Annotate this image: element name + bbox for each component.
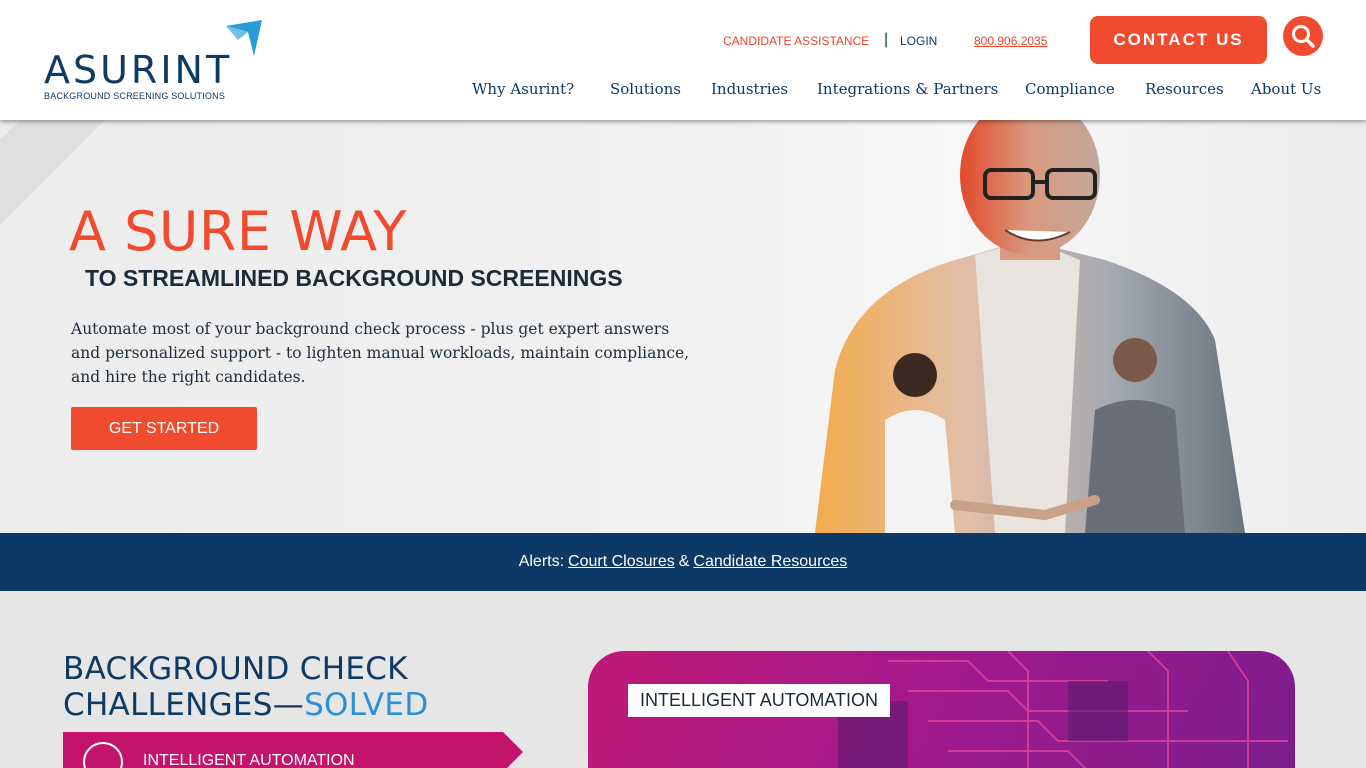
challenges-heading-prefix: CHALLENGES—	[63, 687, 305, 723]
solved-highlight: SOLVED	[304, 687, 429, 723]
phone-link[interactable]: 800.906.2035	[974, 34, 1047, 48]
nav-about-us[interactable]: About Us	[1251, 80, 1321, 98]
hero-title: A SURE WAY	[69, 200, 407, 263]
hero-subtitle: TO STREAMLINED BACKGROUND SCREENINGS	[85, 265, 623, 291]
utility-separator: |	[884, 31, 889, 48]
alerts-joiner: &	[678, 553, 690, 570]
challenges-heading-line1: BACKGROUND CHECK	[63, 651, 408, 687]
candidate-assistance-link[interactable]: CANDIDATE ASSISTANCE	[723, 34, 869, 48]
feature-card-label: INTELLIGENT AUTOMATION	[628, 684, 891, 717]
candidate-resources-link[interactable]: Candidate Resources	[693, 553, 847, 571]
nav-industries[interactable]: Industries	[711, 80, 788, 98]
nav-solutions[interactable]: Solutions	[610, 80, 681, 98]
logo-wordmark: ASURINT	[44, 48, 233, 92]
search-button[interactable]	[1283, 16, 1323, 56]
accordion-intelligent-automation[interactable]: INTELLIGENT AUTOMATION	[63, 732, 523, 768]
hero-person-image	[815, 120, 1245, 533]
asurint-logo[interactable]: ASURINT BACKGROUND SCREENING SOLUTIONS	[44, 18, 274, 104]
nav-integrations-partners[interactable]: Integrations & Partners	[817, 80, 998, 98]
automation-icon	[83, 742, 123, 768]
login-link[interactable]: LOGIN	[900, 34, 937, 48]
hero-section: A SURE WAY TO STREAMLINED BACKGROUND SCR…	[0, 120, 1366, 533]
challenges-section: BACKGROUND CHECK CHALLENGES—SOLVED INTEL…	[0, 591, 1366, 768]
contact-us-button[interactable]: CONTACT US	[1090, 16, 1267, 64]
nav-why-asurint[interactable]: Why Asurint?	[472, 80, 574, 98]
alerts-bar: Alerts: Court Closures & Candidate Resou…	[0, 533, 1366, 591]
nav-resources[interactable]: Resources	[1145, 80, 1224, 98]
challenges-heading-line2: CHALLENGES—SOLVED	[63, 687, 429, 723]
search-icon	[1292, 25, 1315, 48]
alerts-prefix: Alerts:	[518, 553, 565, 570]
accordion-label: INTELLIGENT AUTOMATION	[143, 752, 355, 768]
logo-tagline: BACKGROUND SCREENING SOLUTIONS	[44, 91, 226, 101]
get-started-button[interactable]: GET STARTED	[71, 407, 257, 450]
nav-compliance[interactable]: Compliance	[1025, 80, 1115, 98]
site-header: ASURINT BACKGROUND SCREENING SOLUTIONS C…	[0, 0, 1366, 120]
feature-card-intelligent-automation[interactable]: INTELLIGENT AUTOMATION	[588, 651, 1295, 768]
challenges-heading: BACKGROUND CHECK CHALLENGES—SOLVED	[63, 651, 429, 723]
hero-body-text: Automate most of your background check p…	[71, 320, 690, 386]
court-closures-link[interactable]: Court Closures	[568, 553, 675, 571]
